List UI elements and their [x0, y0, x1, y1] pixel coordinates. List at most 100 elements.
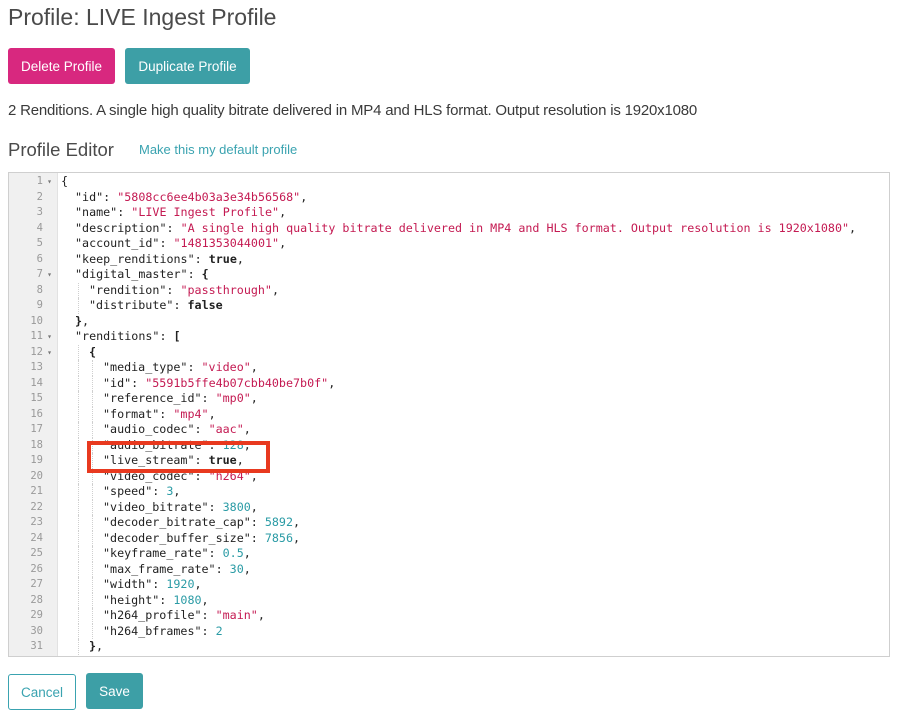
code-line[interactable]: 9 "distribute": false [9, 298, 889, 314]
code-line[interactable]: 28 "height": 1080, [9, 592, 889, 608]
code-token: true [208, 251, 237, 266]
fold-toggle-icon[interactable]: ▾ [45, 345, 54, 361]
json-code-editor[interactable]: 1 ▾{2 "id": "5808cc6ee4b03a3e34b56568", 3 "n… [8, 172, 890, 657]
make-default-profile-link[interactable]: Make this my default profile [139, 142, 297, 157]
code-line[interactable]: 26 "max_frame_rate": 30, [9, 561, 889, 577]
code-token: "5808cc6ee4b03a3e34b56568" [117, 189, 301, 204]
code-line[interactable]: 14 "id": "5591b5ffe4b07cbb40be7b0f", [9, 375, 889, 391]
code-lines: 1 ▾{2 "id": "5808cc6ee4b03a3e34b56568", 3 "n… [9, 174, 889, 655]
code-token: "h264_profile": [103, 608, 216, 622]
line-number: 26 [30, 562, 43, 575]
code-token: "mp4" [173, 406, 209, 421]
code-text: "audio_bitrate": 128, [103, 438, 251, 454]
fold-toggle-icon[interactable]: ▾ [45, 267, 54, 283]
code-token: "5591b5ffe4b07cbb40be7b0f" [145, 375, 329, 390]
code-line[interactable]: 30 "h264_bframes": 2 [9, 623, 889, 639]
line-number: 27 [30, 578, 43, 590]
code-line[interactable]: 31}, [9, 639, 889, 655]
indent-guide [92, 391, 93, 407]
code-text: "decoder_bitrate_cap": 5892, [103, 515, 300, 531]
duplicate-profile-button[interactable]: Duplicate Profile [125, 48, 250, 84]
code-line[interactable]: 20 "video_codec": "h264", [9, 468, 889, 485]
line-number: 31 [30, 640, 43, 652]
code-token: , [250, 468, 258, 483]
code-text: "video_codec": "h264", [103, 469, 258, 485]
code-line[interactable]: 3 "name": "LIVE Ingest Profile", [9, 205, 889, 221]
code-line[interactable]: 24 "decoder_buffer_size": 7856, [9, 530, 889, 546]
code-line[interactable]: 11 ▾ "renditions": [ [9, 329, 889, 345]
code-line[interactable]: 22 "video_bitrate": 3800, [9, 499, 889, 515]
indent-guide [92, 608, 93, 624]
code-line[interactable]: 4 "description": "A single high quality b… [9, 221, 889, 237]
code-line[interactable]: 27 "width": 1920, [9, 577, 889, 593]
fold-toggle-icon[interactable]: ▾ [45, 174, 54, 190]
indent-guide [92, 530, 93, 546]
code-line[interactable]: 16 "format": "mp4", [9, 406, 889, 422]
indent-guide [92, 422, 93, 438]
code-line[interactable]: 12 ▾ { [9, 344, 889, 361]
code-line[interactable]: 6 "keep_renditions": true, [9, 252, 889, 268]
code-line[interactable]: 1 ▾ { [9, 174, 889, 190]
code-line[interactable]: 15 "reference_id": "mp0", [9, 391, 889, 407]
code-line[interactable]: 19 "live_stream": true, [9, 453, 889, 469]
code-line[interactable]: 21 "speed": 3, [9, 484, 889, 500]
code-token: "h264_bframes": [103, 623, 216, 638]
save-button[interactable]: Save [86, 673, 143, 709]
code-text: "digital_master": { [75, 267, 209, 283]
fold-toggle-icon[interactable]: ▾ [45, 329, 54, 345]
line-number: 30 [30, 624, 43, 637]
indent-guide [92, 577, 93, 593]
code-token: "decoder_bitrate_cap": [103, 515, 265, 529]
indent-guide [78, 453, 79, 469]
code-token: 1080 [173, 592, 202, 607]
code-token: "audio_codec": [103, 422, 209, 436]
code-text: "audio_codec": "aac", [103, 422, 251, 438]
code-token: "1481353044001" [173, 236, 280, 250]
code-line[interactable]: 7 ▾ "digital_master": { [9, 267, 889, 283]
code-line[interactable]: 13 "media_type": "video", [9, 360, 889, 376]
delete-profile-button[interactable]: Delete Profile [8, 48, 115, 84]
code-token: , [250, 391, 258, 405]
line-number: 21 [30, 485, 43, 497]
indent-guide [78, 468, 79, 484]
code-line[interactable]: 10}, [9, 314, 889, 330]
code-token: , [173, 484, 181, 498]
code-line[interactable]: 25 "keyframe_rate": 0.5, [9, 546, 889, 562]
code-line[interactable]: 23 "decoder_bitrate_cap": 5892, [9, 515, 889, 531]
code-line[interactable]: 18 "audio_bitrate": 128, [9, 437, 889, 454]
profile-description: 2 Renditions. A single high quality bitr… [8, 102, 698, 119]
code-text: "id": "5808cc6ee4b03a3e34b56568", [75, 190, 307, 206]
line-number: 25 [30, 547, 43, 559]
code-token: , [243, 437, 251, 452]
code-token: "h264" [208, 468, 251, 483]
indent-guide [92, 561, 93, 577]
line-number: 15 [30, 392, 43, 404]
indent-guide [78, 375, 79, 391]
code-line[interactable]: 29 "h264_profile": "main", [9, 608, 889, 624]
indent-guide [92, 484, 93, 500]
code-token: "account_id": [75, 236, 174, 250]
code-token: "distribute": [89, 298, 188, 312]
code-line[interactable]: 8 "rendition": "passthrough", [9, 282, 889, 298]
code-line[interactable]: 17 "audio_codec": "aac", [9, 422, 889, 438]
line-number: 9 [36, 299, 43, 311]
code-token: 128 [222, 437, 244, 452]
code-text: "distribute": false [89, 298, 223, 314]
code-token: , [250, 360, 258, 374]
code-token: { [201, 267, 209, 281]
code-token: "aac" [208, 422, 244, 436]
line-number: 5 [36, 237, 43, 249]
code-token: , [300, 189, 308, 204]
code-token: "audio_bitrate": [103, 437, 223, 452]
line-number: 24 [30, 531, 43, 544]
code-line[interactable]: 5 "account_id": "1481353044001", [9, 236, 889, 252]
cancel-button[interactable]: Cancel [8, 674, 76, 710]
code-token: , [236, 453, 244, 467]
code-text: "name": "LIVE Ingest Profile", [75, 205, 286, 221]
code-token: "live_stream": [103, 453, 209, 467]
line-number: 3 [36, 206, 43, 218]
indent-guide [78, 577, 79, 593]
code-line[interactable]: 2 "id": "5808cc6ee4b03a3e34b56568", [9, 190, 889, 206]
indent-guide [78, 499, 79, 515]
code-token: "digital_master": [75, 267, 202, 281]
